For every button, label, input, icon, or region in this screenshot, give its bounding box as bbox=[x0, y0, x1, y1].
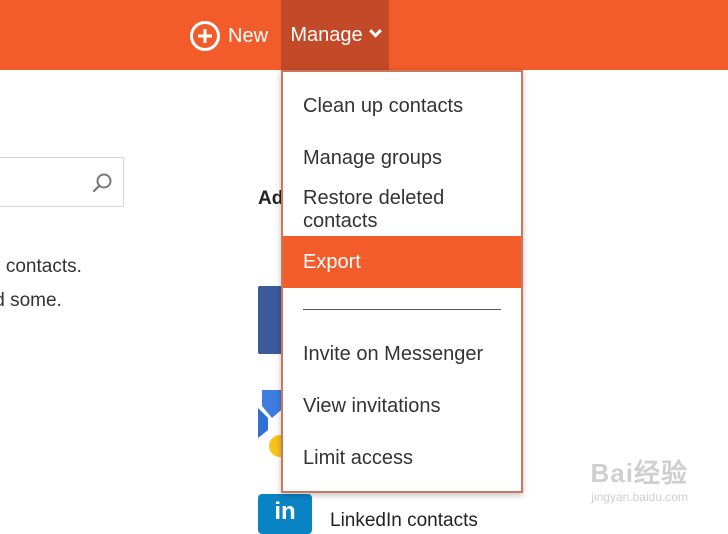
search-icon[interactable] bbox=[91, 172, 113, 194]
linkedin-contacts-label[interactable]: LinkedIn contacts bbox=[330, 510, 478, 532]
manage-button-label: Manage bbox=[290, 23, 363, 46]
plus-circle-icon bbox=[190, 21, 220, 51]
chevron-down-icon bbox=[368, 24, 382, 38]
menu-item-view-invitations[interactable]: View invitations bbox=[283, 380, 521, 432]
menu-item-manage-groups[interactable]: Manage groups bbox=[283, 132, 521, 184]
watermark-logo: Bai经验 bbox=[590, 458, 688, 488]
search-input[interactable] bbox=[0, 157, 124, 207]
empty-message-line-1: o contacts. bbox=[0, 256, 82, 277]
add-contacts-heading: Ad bbox=[258, 188, 284, 209]
menu-item-clean-up-contacts[interactable]: Clean up contacts bbox=[283, 80, 521, 132]
watermark: Bai经验 jingyan.baidu.com bbox=[591, 453, 688, 504]
watermark-url: jingyan.baidu.com bbox=[591, 490, 688, 504]
menu-item-limit-access[interactable]: Limit access bbox=[283, 432, 521, 484]
menu-divider bbox=[303, 309, 501, 310]
menu-item-restore-deleted-contacts[interactable]: Restore deleted contacts bbox=[283, 184, 521, 236]
top-bar: New Manage bbox=[0, 0, 728, 70]
empty-message-line-2: ld some. bbox=[0, 290, 62, 311]
linkedin-tile-icon[interactable]: in bbox=[258, 494, 312, 534]
menu-item-invite-on-messenger[interactable]: Invite on Messenger bbox=[283, 328, 521, 380]
empty-contacts-message: o contacts. ld some. bbox=[0, 250, 82, 318]
new-button-label: New bbox=[228, 24, 269, 47]
manage-button[interactable]: Manage bbox=[281, 0, 389, 70]
new-button[interactable]: New bbox=[190, 16, 268, 56]
manage-dropdown-menu: Clean up contacts Manage groups Restore … bbox=[281, 70, 523, 493]
menu-item-export[interactable]: Export bbox=[283, 236, 521, 288]
